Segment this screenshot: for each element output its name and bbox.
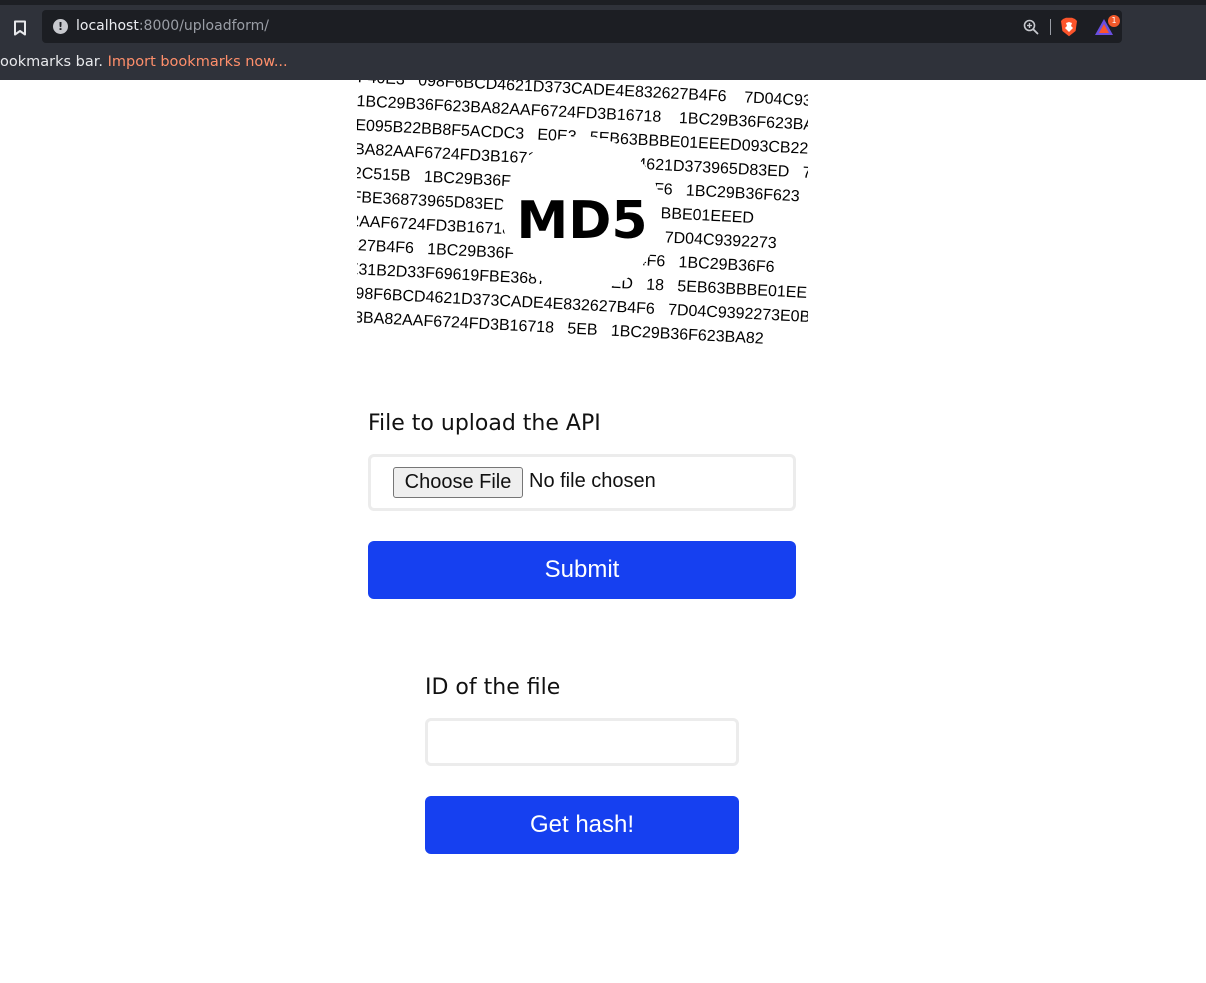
bookmarks-bar-message: ookmarks bar. [0, 54, 104, 70]
md5-center-text: MD5 [516, 191, 647, 251]
browser-toolbar: ! localhost:8000/uploadform/ 1 ookmarks … [0, 0, 1206, 80]
url-host: localhost [76, 18, 139, 34]
zoom-icon[interactable] [1022, 18, 1040, 36]
file-id-input[interactable] [425, 718, 739, 766]
choose-file-button[interactable]: Choose File [393, 467, 523, 498]
url-path: :8000/uploadform/ [138, 18, 269, 34]
import-bookmarks-link[interactable]: Import bookmarks now... [108, 54, 288, 70]
rewards-badge: 1 [1108, 15, 1120, 27]
url-text[interactable]: localhost:8000/uploadform/ [76, 18, 269, 34]
submit-button[interactable]: Submit [368, 541, 796, 599]
file-upload-input[interactable]: Choose File No file chosen [368, 454, 796, 511]
bookmarks-bar: ookmarks bar. Import bookmarks now... [0, 52, 288, 78]
file-id-label: ID of the file [425, 675, 561, 700]
bookmark-icon[interactable] [8, 15, 32, 41]
no-file-chosen-text: No file chosen [529, 470, 656, 492]
brave-shields-icon[interactable] [1060, 17, 1078, 37]
address-bar[interactable]: ! localhost:8000/uploadform/ 1 [42, 10, 1122, 43]
site-info-icon[interactable]: ! [53, 19, 68, 34]
get-hash-button[interactable]: Get hash! [425, 796, 739, 854]
upload-file-label: File to upload the API [368, 411, 601, 436]
md5-hero-image: F40E3 098F6BCD4621D373CADE4E832627B4F6 7… [357, 80, 808, 348]
toolbar-separator [1050, 19, 1051, 35]
